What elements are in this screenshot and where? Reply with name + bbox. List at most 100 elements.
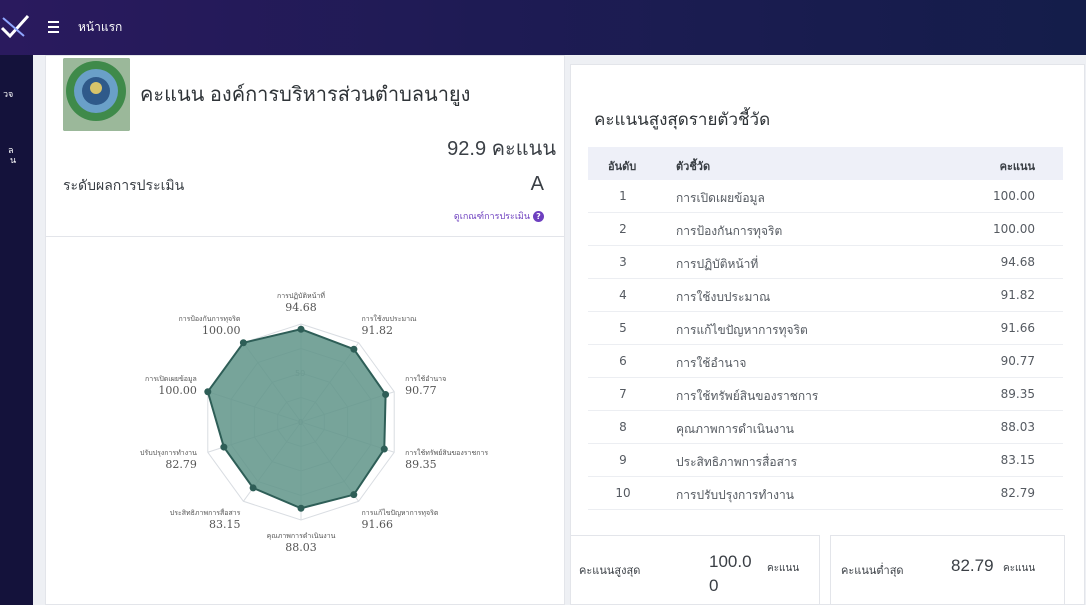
radar-category-label: การปรับปรุงการทำงาน [140,449,197,457]
nav-home-link[interactable]: หน้าแรก [78,18,122,37]
cell-rank: 6 [619,354,627,368]
cell-name: การปรับปรุงการทำงาน [676,488,794,502]
radar-category-label: การใช้อำนาจ [405,374,446,383]
radar-category-label: การใช้งบประมาณ [362,314,417,323]
org-title: คะแนน องค์การบริหารส่วนตำบลนายูง [140,84,471,106]
level-label: ระดับผลการประเมิน [63,178,185,194]
cell-rank: 8 [619,420,627,434]
cell-rank: 2 [619,222,627,236]
radar-value-label: 94.68 [285,301,317,314]
min-score-label: คะแนนต่ำสุด [841,564,904,577]
table-row: 2 การป้องกันการทุจริต 100.00 [588,213,1063,246]
table-row: 4 การใช้งบประมาณ 91.82 [588,279,1063,312]
cell-rank: 5 [619,321,627,335]
card-divider [45,236,565,237]
radar-value-label: 83.15 [209,518,241,531]
table-row: 3 การปฏิบัติหน้าที่ 94.68 [588,246,1063,279]
min-score-unit: คะแนน [1003,563,1036,574]
radar-value-label: 100.00 [158,384,197,397]
table-row: 8 คุณภาพการดำเนินงาน 88.03 [588,411,1063,444]
max-score-value: 100.0 [709,552,752,571]
cell-score: 100.00 [993,222,1035,236]
max-score-unit: คะแนน [767,563,800,574]
max-score-value-cont: 0 [709,576,719,595]
radar-series-area [206,328,387,510]
radar-data-point [380,445,388,453]
radar-category-label: ประสิทธิภาพการสื่อสาร [170,508,241,517]
header-indicator: ตัวชี้วัด [676,160,711,173]
radar-value-label: 91.82 [362,324,394,337]
cell-name: การป้องกันการทุจริต [676,224,783,238]
cell-rank: 7 [619,387,627,401]
table-row: 6 การใช้อำนาจ 90.77 [588,345,1063,378]
cell-score: 83.15 [1000,453,1035,467]
table-row: 1 การเปิดเผยข้อมูล 100.00 [588,180,1063,213]
checkmark-logo-icon[interactable] [0,14,30,40]
cell-name: การใช้งบประมาณ [676,290,771,304]
cell-rank: 9 [619,453,627,467]
total-score: 92.9 คะแนน [447,138,556,160]
header-rank: อันดับ [608,160,637,173]
cell-name: การใช้อำนาจ [676,356,747,370]
top-navbar: หน้าแรก [0,0,1086,55]
org-logo [63,58,130,131]
max-score-label: คะแนนสูงสุด [579,564,641,577]
criteria-link[interactable]: ดูเกณฑ์การประเมิน ? [454,209,544,223]
table-row: 10 การปรับปรุงการทำงาน 82.79 [588,477,1063,510]
cell-name: การปฏิบัติหน้าที่ [676,257,759,271]
cell-score: 91.82 [1000,288,1035,302]
cell-rank: 10 [615,486,631,500]
radar-data-point [350,491,358,499]
sidebar-item-1[interactable]: วจ [3,90,36,100]
cell-score: 91.66 [1000,321,1035,335]
radar-value-label: 90.77 [405,384,437,397]
radar-value-label: 82.79 [165,458,197,471]
cell-rank: 3 [619,255,627,269]
radar-category-label: คุณภาพการดำเนินงาน [267,532,336,540]
cell-score: 100.00 [993,189,1035,203]
radar-data-point [297,325,305,333]
question-circle-icon[interactable]: ? [533,210,544,222]
cell-score: 94.68 [1000,255,1035,269]
cell-name: การแก้ไขปัญหาการทุจริต [676,323,808,337]
cell-score: 82.79 [1000,486,1035,500]
table-row: 9 ประสิทธิภาพการสื่อสาร 83.15 [588,444,1063,477]
sidebar: วจ ูล น [0,55,33,605]
cell-rank: 1 [619,189,627,203]
radar-data-point [297,504,305,512]
radar-value-label: 91.66 [362,518,394,531]
table-row: 5 การแก้ไขปัญหาการทุจริต 91.66 [588,312,1063,345]
max-score-box: คะแนนสูงสุด 100.0 0 คะแนน [570,535,820,605]
radar-data-point [220,443,228,451]
radar-category-label: การแก้ไขปัญหาการทุจริต [362,508,439,517]
cell-name: การใช้ทรัพย์สินของราชการ [676,389,819,403]
radar-chart: 050การปฏิบัติหน้าที่94.68การใช้งบประมาณ9… [140,291,488,554]
radar-category-label: การป้องกันการทุจริต [178,315,240,323]
ranking-table-header: อันดับ ตัวชี้วัด คะแนน [588,147,1063,180]
level-value: A [530,173,544,195]
cell-name: การเปิดเผยข้อมูล [676,191,765,205]
cell-rank: 4 [619,288,627,302]
radar-value-label: 89.35 [405,458,437,471]
cell-score: 89.35 [1000,387,1035,401]
criteria-link-label[interactable]: ดูเกณฑ์การประเมิน [454,209,530,223]
radar-value-label: 100.00 [202,324,241,337]
table-row: 7 การใช้ทรัพย์สินของราชการ 89.35 [588,378,1063,411]
radar-category-label: การปฏิบัติหน้าที่ [277,291,325,300]
cell-score: 88.03 [1000,420,1035,434]
radar-data-point [204,388,212,396]
header-score: คะแนน [999,160,1035,173]
sidebar-item-2[interactable]: ูล [8,146,41,156]
cell-score: 90.77 [1000,354,1035,368]
radar-data-point [382,391,390,399]
radar-value-label: 88.03 [285,541,317,554]
ranking-title: คะแนนสูงสุดรายตัวชี้วัด [594,110,771,130]
radar-category-label: การเปิดเผยข้อมูล [145,375,197,383]
hamburger-menu-icon[interactable] [48,17,68,37]
cell-name: ประสิทธิภาพการสื่อสาร [676,455,798,469]
radar-category-label: การใช้ทรัพย์สินของราชการ [405,448,488,457]
sidebar-item-3[interactable]: น [10,156,43,166]
min-score-value: 82.79 [951,556,994,575]
cell-name: คุณภาพการดำเนินงาน [676,422,795,436]
radar-data-point [249,484,257,492]
